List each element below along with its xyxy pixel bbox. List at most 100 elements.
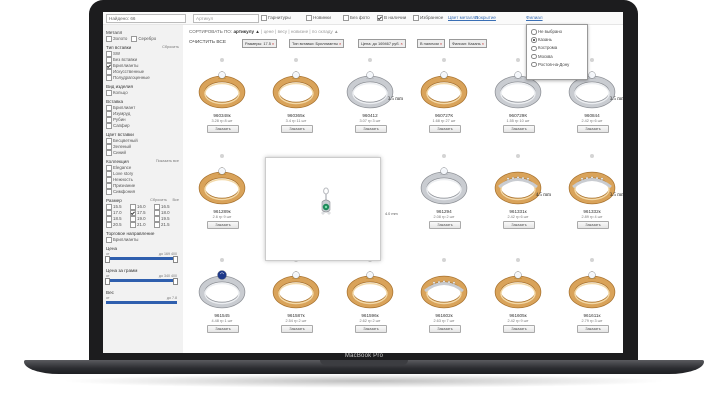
price-gram-min-handle[interactable] <box>105 278 110 285</box>
checkbox[interactable] <box>106 150 112 156</box>
top-link-филиал[interactable]: Филиал <box>526 15 543 20</box>
city-option-ростов-на-дону[interactable]: Ростов-на-Дону <box>531 61 587 69</box>
top-filter-гарнитуры[interactable]: Гарнитуры <box>261 15 291 21</box>
ring-image[interactable] <box>194 65 250 109</box>
checkbox[interactable] <box>377 15 383 21</box>
remove-filter-icon[interactable]: × <box>482 41 484 46</box>
sort-other-options[interactable]: | цене | весу | новизне | по складу ▲ <box>261 29 338 34</box>
favorite-icon[interactable] <box>442 58 446 62</box>
product-card[interactable]: 961596к 2.62 гр 2 шт Заказать <box>337 258 403 346</box>
ring-image[interactable] <box>194 161 250 205</box>
favorite-icon[interactable] <box>516 154 520 158</box>
checkbox[interactable] <box>106 36 112 42</box>
favorite-icon[interactable] <box>590 154 594 158</box>
favorite-icon[interactable] <box>220 58 224 62</box>
order-button[interactable]: Заказать <box>355 125 387 133</box>
product-card[interactable]: 960365к 3.4 гр 11 шт Заказать <box>263 58 329 146</box>
favorite-icon[interactable] <box>442 154 446 158</box>
top-filter-избранное[interactable]: Избранное <box>413 15 443 21</box>
checkbox[interactable] <box>343 15 349 21</box>
ring-image[interactable] <box>416 265 472 309</box>
ring-image[interactable] <box>268 65 324 109</box>
city-option-не-выбрано[interactable]: Не выбрано <box>531 28 587 36</box>
active-filter-chip[interactable]: В наличии× <box>417 39 446 48</box>
order-button[interactable]: Заказать <box>207 125 239 133</box>
radio-button[interactable] <box>531 45 537 52</box>
top-link-покрытие[interactable]: Покрытие <box>475 15 496 20</box>
city-option-москва[interactable]: Москва <box>531 53 587 61</box>
ring-image[interactable] <box>564 161 620 205</box>
product-card[interactable]: 960348к 3.28 гр 8 шт Заказать <box>189 58 255 146</box>
top-filter-в-наличии[interactable]: В наличии <box>377 15 406 21</box>
top-filter-новинки[interactable]: Новинки <box>306 15 331 21</box>
checkbox[interactable] <box>106 75 112 81</box>
checkbox[interactable] <box>106 90 112 96</box>
reset-link[interactable]: Сбросить <box>162 45 179 49</box>
active-filter-chip[interactable]: Тип вставки: Бриллианты× <box>289 39 345 48</box>
active-filter-chip[interactable]: Размеры: 17.5× <box>242 39 278 48</box>
product-card[interactable]: 961587к 2.54 гр 2 шт Заказать <box>263 258 329 346</box>
product-card[interactable]: 961289к 2.6 гр 9 шт Заказать <box>189 154 255 242</box>
filter-option-insert-color[interactable]: Синий <box>106 150 181 156</box>
radio-button[interactable] <box>531 29 537 35</box>
filter-option-metal[interactable]: Золото <box>106 36 127 42</box>
checkbox[interactable] <box>261 15 267 21</box>
filter-option-size[interactable]: 20.5 <box>106 222 130 228</box>
radio-button[interactable] <box>531 61 537 68</box>
order-button[interactable]: Заказать <box>503 125 535 133</box>
favorite-icon[interactable] <box>368 58 372 62</box>
checkbox[interactable] <box>154 222 160 228</box>
price-gram-max-handle[interactable] <box>173 278 178 285</box>
order-button[interactable]: Заказать <box>281 125 313 133</box>
favorite-icon[interactable] <box>442 258 446 262</box>
product-card[interactable]: 961611к 2.79 гр 3 шт Заказать <box>559 258 623 346</box>
search-input[interactable]: Найдено: 66 <box>106 14 186 23</box>
checkbox[interactable] <box>413 15 419 21</box>
order-button[interactable]: Заказать <box>503 221 535 229</box>
favorite-icon[interactable] <box>590 58 594 62</box>
ring-image[interactable] <box>416 161 472 205</box>
product-card[interactable]: 4.5 mm 961331к 2.42 гр 6 шт Заказать <box>485 154 551 242</box>
product-card[interactable]: 961294 2.08 гр 2 шт Заказать <box>411 154 477 242</box>
product-card[interactable]: 961545 4.48 гр 1 шт Заказать <box>189 258 255 346</box>
product-card[interactable]: 961605к 2.42 гр 9 шт Заказать <box>485 258 551 346</box>
order-button[interactable]: Заказать <box>207 221 239 229</box>
filter-option-insert[interactable]: Сапфир <box>106 123 181 129</box>
ring-image[interactable] <box>268 265 324 309</box>
order-button[interactable]: Заказать <box>281 325 313 333</box>
top-filter-без-фото[interactable]: Без фото <box>343 15 370 21</box>
filter-option-collection[interactable]: Симфония <box>106 189 181 195</box>
order-button[interactable]: Заказать <box>577 125 609 133</box>
clear-all-filters-link[interactable]: ОЧИСТИТЬ ВСЕ <box>189 40 226 45</box>
checkbox[interactable] <box>106 237 112 243</box>
order-button[interactable]: Заказать <box>577 221 609 229</box>
filter-option-item-type[interactable]: Кольцо <box>106 90 181 96</box>
filter-option-size[interactable]: 21.0 <box>130 222 154 228</box>
order-button[interactable]: Заказать <box>207 325 239 333</box>
checkbox[interactable] <box>106 222 112 228</box>
ring-image[interactable] <box>490 161 546 205</box>
ring-image[interactable] <box>416 65 472 109</box>
city-dropdown[interactable]: Не выбрано Казань Кострома Москва Ростов-на-… <box>526 24 588 80</box>
order-button[interactable]: Заказать <box>577 325 609 333</box>
article-input[interactable]: Артикул <box>193 14 259 23</box>
price-range-slider[interactable]: от до 169 400 <box>105 252 181 265</box>
price-max-handle[interactable] <box>173 256 178 263</box>
order-button[interactable]: Заказать <box>429 325 461 333</box>
active-filter-chip[interactable]: Цена: до 169467 руб.× <box>358 39 406 48</box>
price-min-handle[interactable] <box>105 256 110 263</box>
product-card[interactable]: 3.5 mm 961332к2.89 гр 4 шт Заказать <box>559 154 623 242</box>
ring-image[interactable] <box>490 265 546 309</box>
remove-filter-icon[interactable]: × <box>339 41 341 46</box>
checkbox[interactable] <box>106 189 112 195</box>
city-option-кострома[interactable]: Кострома <box>531 44 587 52</box>
favorite-icon[interactable] <box>590 258 594 262</box>
order-button[interactable]: Заказать <box>429 221 461 229</box>
checkbox[interactable] <box>130 222 136 228</box>
remove-filter-icon[interactable]: × <box>272 41 274 46</box>
checkbox[interactable] <box>106 123 112 129</box>
favorite-icon[interactable] <box>294 58 298 62</box>
size-reset-link[interactable]: Сбросить <box>150 198 167 202</box>
ring-image[interactable] <box>342 265 398 309</box>
favorite-icon[interactable] <box>220 258 224 262</box>
